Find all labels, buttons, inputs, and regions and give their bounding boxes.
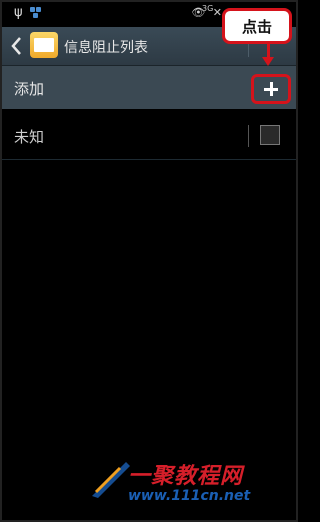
arrow-down-icon [262,57,274,66]
click-callout: 点击 [222,8,292,44]
messages-envelope-icon[interactable] [30,32,58,58]
usb-icon: ψ [14,5,23,20]
watermark: 一聚教程网 www.111cn.net [90,452,290,512]
unknown-label: 未知 [14,128,45,146]
list-item-unknown[interactable]: 未知 [2,111,296,160]
callout-arrow [267,44,270,58]
notification-app-icon [30,7,42,19]
network-type: 3G [202,4,214,13]
chevron-left-icon[interactable] [10,35,22,57]
divider [248,125,249,147]
page-title: 信息阻止列表 [64,40,148,56]
add-button[interactable] [251,74,291,104]
watermark-name: 一聚教程网 [128,464,244,489]
callout-text: 点击 [241,18,272,36]
list-item-add[interactable]: 添加 [2,66,296,109]
add-label: 添加 [14,80,45,98]
watermark-url: www.111cn.net [128,488,251,504]
unknown-checkbox[interactable] [260,125,280,145]
